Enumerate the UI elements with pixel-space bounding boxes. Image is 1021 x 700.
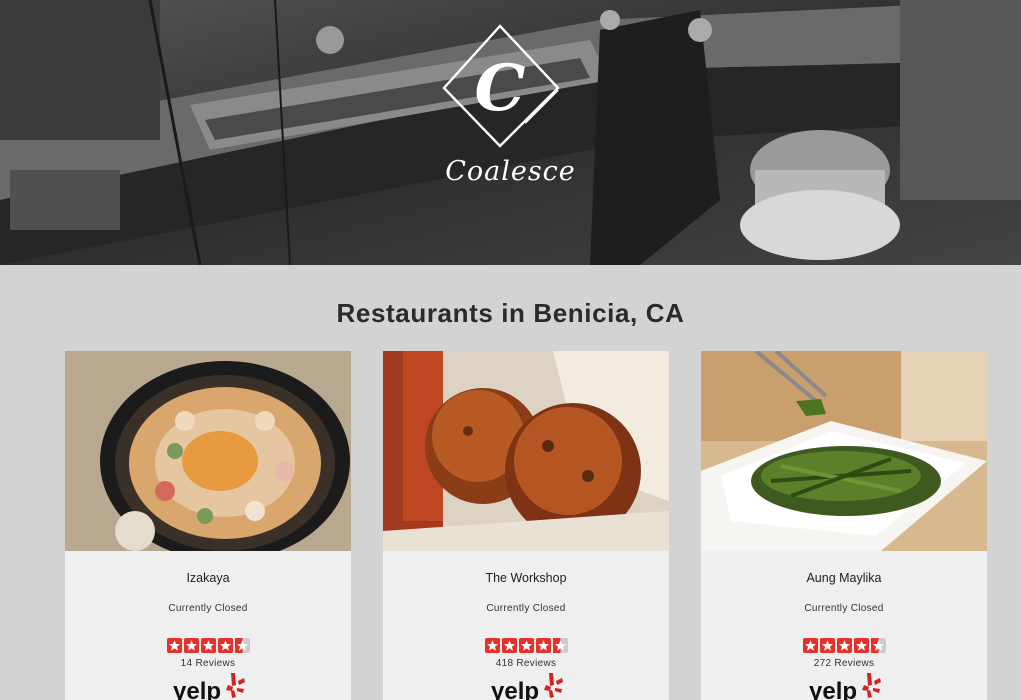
svg-text:yelp: yelp: [809, 678, 857, 700]
sushi-platter-photo[interactable]: [65, 351, 351, 551]
star-icon: [519, 638, 534, 653]
review-count: 272 Reviews: [813, 658, 875, 669]
star-icon: [803, 638, 818, 653]
review-count: 14 Reviews: [180, 658, 236, 669]
svg-text:yelp: yelp: [491, 678, 539, 700]
star-icon: [201, 638, 216, 653]
star-icon: [235, 638, 250, 653]
star-icon: [854, 638, 869, 653]
yelp-logo-icon[interactable]: yelp: [489, 671, 565, 700]
review-count: 418 Reviews: [495, 658, 557, 669]
hero-banner: C Coalesce: [0, 0, 1021, 265]
star-icon: [536, 638, 551, 653]
green-beans-dish-photo[interactable]: [701, 351, 987, 551]
page-title: Restaurants in Benicia, CA: [336, 298, 685, 328]
star-rating: [803, 638, 886, 653]
restaurant-card-izakaya[interactable]: Izakaya Currently Closed 14 Reviews yelp: [65, 351, 351, 700]
star-rating: [167, 638, 250, 653]
star-icon: [485, 638, 500, 653]
yelp-logo-icon[interactable]: yelp: [171, 671, 247, 700]
open-status: Currently Closed: [168, 603, 248, 614]
open-status: Currently Closed: [804, 603, 884, 614]
star-icon: [218, 638, 233, 653]
open-status: Currently Closed: [486, 603, 566, 614]
fried-fritters-photo[interactable]: [383, 351, 669, 551]
svg-text:yelp: yelp: [173, 678, 221, 700]
star-icon: [184, 638, 199, 653]
logo-letter: C: [475, 51, 526, 126]
restaurant-name[interactable]: Aung Maylika: [701, 571, 987, 585]
star-icon: [871, 638, 886, 653]
restaurant-card-the-workshop[interactable]: The Workshop Currently Closed 418 Review…: [383, 351, 669, 700]
star-rating: [485, 638, 568, 653]
restaurant-name[interactable]: The Workshop: [383, 571, 669, 585]
star-icon: [553, 638, 568, 653]
restaurant-name[interactable]: Izakaya: [65, 571, 351, 585]
star-icon: [167, 638, 182, 653]
star-icon: [820, 638, 835, 653]
star-icon: [502, 638, 517, 653]
brand-name: Coalesce: [445, 156, 576, 187]
restaurant-cards: Izakaya Currently Closed 14 Reviews yelp: [65, 351, 988, 700]
star-icon: [837, 638, 852, 653]
yelp-logo-icon[interactable]: yelp: [807, 671, 883, 700]
restaurant-card-aung-maylika[interactable]: Aung Maylika Currently Closed 272 Review…: [701, 351, 987, 700]
